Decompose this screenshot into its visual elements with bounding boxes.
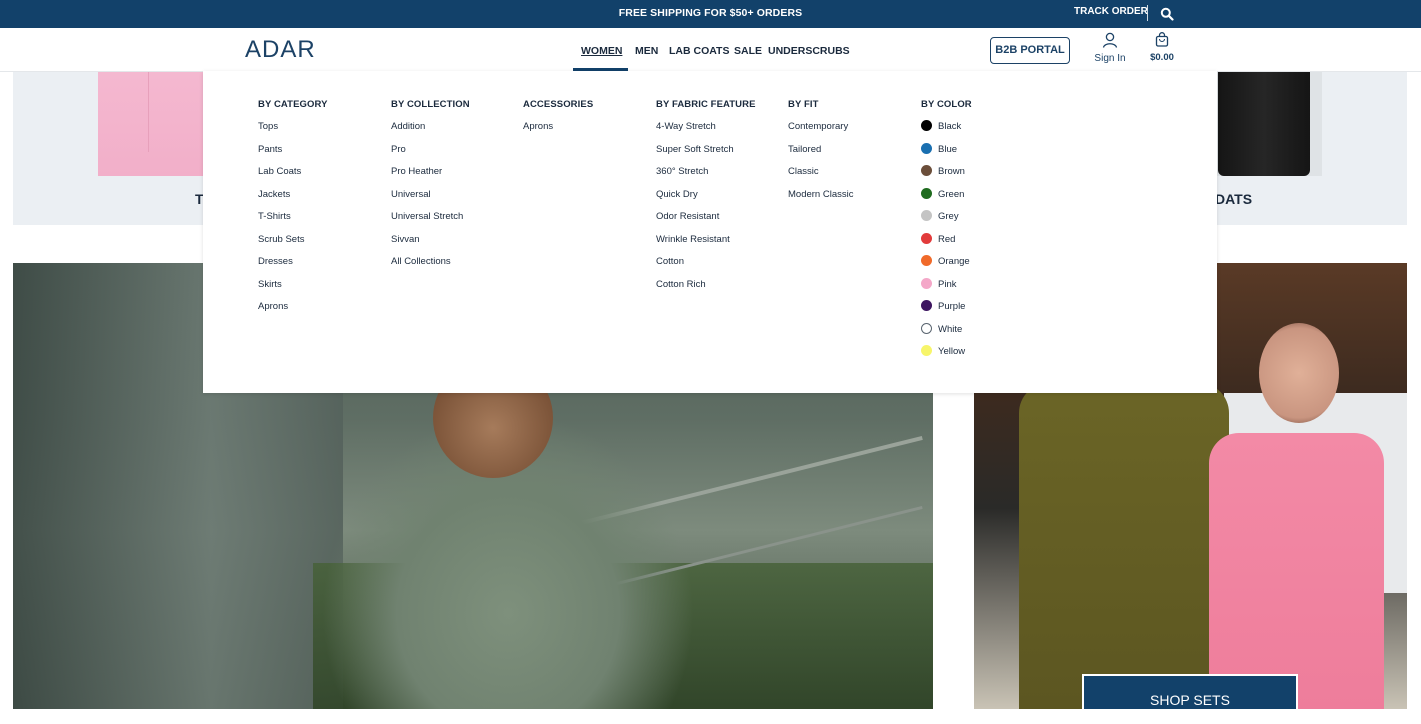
menu-item-universal-stretch[interactable]: Universal Stretch xyxy=(391,211,470,234)
color-label: White xyxy=(938,323,963,335)
menu-item-cotton[interactable]: Cotton xyxy=(656,256,756,279)
cart-button[interactable]: $0.00 xyxy=(1145,32,1179,63)
menu-column-by-collection: BY COLLECTION Addition Pro Pro Heather U… xyxy=(391,99,470,279)
menu-item-aprons[interactable]: Aprons xyxy=(523,121,593,144)
menu-item-wrinkle-resistant[interactable]: Wrinkle Resistant xyxy=(656,234,756,257)
color-swatch xyxy=(921,120,932,131)
color-filter-black[interactable]: Black xyxy=(921,120,972,144)
search-icon[interactable] xyxy=(1160,7,1174,21)
menu-column-by-category: BY CATEGORY Tops Pants Lab Coats Jackets… xyxy=(258,99,328,324)
nav-underscrubs[interactable]: UNDERSCRUBS xyxy=(768,45,850,57)
user-icon xyxy=(1102,32,1118,48)
color-swatch xyxy=(921,300,932,311)
menu-item-super-soft-stretch[interactable]: Super Soft Stretch xyxy=(656,144,756,167)
menu-item-modern-classic[interactable]: Modern Classic xyxy=(788,189,853,212)
menu-column-by-color: BY COLOR Black Blue Brown Green Grey Red Orang… xyxy=(921,99,972,369)
color-swatch xyxy=(921,165,932,176)
menu-item-pro-heather[interactable]: Pro Heather xyxy=(391,166,470,189)
menu-item-pants[interactable]: Pants xyxy=(258,144,328,167)
nav-men[interactable]: MEN xyxy=(635,45,658,57)
color-filter-grey[interactable]: Grey xyxy=(921,210,972,234)
column-heading: BY FIT xyxy=(788,99,819,110)
menu-item-contemporary[interactable]: Contemporary xyxy=(788,121,853,144)
color-filter-blue[interactable]: Blue xyxy=(921,142,972,167)
menu-item-addition[interactable]: Addition xyxy=(391,121,470,144)
menu-item-all-collections[interactable]: All Collections xyxy=(391,256,470,279)
free-shipping-text: FREE SHIPPING FOR $50+ ORDERS xyxy=(618,7,803,19)
color-label: Brown xyxy=(938,166,965,177)
color-label: Grey xyxy=(938,211,959,222)
cart-total: $0.00 xyxy=(1150,52,1174,63)
column-heading: ACCESSORIES xyxy=(523,99,594,110)
product-image-black-coat[interactable] xyxy=(1210,72,1322,176)
color-label: Green xyxy=(938,188,965,200)
color-label: Orange xyxy=(938,256,970,267)
color-filter-red[interactable]: Red xyxy=(921,232,972,257)
color-label: Black xyxy=(938,121,962,132)
color-swatch xyxy=(921,232,932,244)
menu-item-classic[interactable]: Classic xyxy=(788,166,853,189)
sign-in-button[interactable]: Sign In xyxy=(1090,32,1130,64)
color-list: Black Blue Brown Green Grey Red Orange Pink Purp… xyxy=(921,120,972,369)
color-label: Purple xyxy=(938,301,966,312)
color-swatch xyxy=(921,255,932,266)
nav-women[interactable]: WOMEN xyxy=(581,45,622,57)
announcement-bar: FREE SHIPPING FOR $50+ ORDERS TRACK ORDE… xyxy=(0,0,1421,28)
nav-lab-coats[interactable]: LAB COATS xyxy=(669,45,729,57)
column-heading: BY COLLECTION xyxy=(391,99,470,110)
color-swatch xyxy=(921,142,932,154)
logo[interactable]: ADAR xyxy=(245,36,316,64)
color-label: Blue xyxy=(938,143,958,155)
category-card-title-right[interactable]: DATS xyxy=(1215,191,1252,207)
color-filter-pink[interactable]: Pink xyxy=(921,277,972,302)
color-filter-yellow[interactable]: Yellow xyxy=(921,345,972,369)
column-heading: BY CATEGORY xyxy=(258,99,328,110)
menu-item-odor-resistant[interactable]: Odor Resistant xyxy=(656,211,756,234)
menu-item-t-shirts[interactable]: T-Shirts xyxy=(258,211,328,234)
color-filter-purple[interactable]: Purple xyxy=(921,300,972,324)
menu-column-by-fit: BY FIT Contemporary Tailored Classic Mod… xyxy=(788,99,853,211)
color-swatch xyxy=(921,345,932,356)
menu-item-sivvan[interactable]: Sivvan xyxy=(391,234,470,257)
shopping-bag-icon xyxy=(1155,32,1169,47)
menu-item-universal[interactable]: Universal xyxy=(391,189,470,212)
menu-item-tailored[interactable]: Tailored xyxy=(788,144,853,167)
site-header: ADAR WOMEN MEN LAB COATS SALE UNDERSCRUB… xyxy=(0,28,1421,72)
color-label: Red xyxy=(938,233,956,245)
menu-item-360-stretch[interactable]: 360° Stretch xyxy=(656,166,756,189)
color-label: Pink xyxy=(938,278,957,290)
women-mega-menu: BY CATEGORY Tops Pants Lab Coats Jackets… xyxy=(203,71,1217,393)
color-filter-green[interactable]: Green xyxy=(921,187,972,212)
menu-item-skirts[interactable]: Skirts xyxy=(258,279,328,302)
menu-item-scrub-sets[interactable]: Scrub Sets xyxy=(258,234,328,257)
menu-item-lab-coats[interactable]: Lab Coats xyxy=(258,166,328,189)
menu-item-dresses[interactable]: Dresses xyxy=(258,256,328,279)
color-swatch xyxy=(921,277,932,289)
color-swatch xyxy=(921,187,932,199)
shop-sets-button[interactable]: SHOP SETS xyxy=(1082,674,1298,709)
menu-item-pro[interactable]: Pro xyxy=(391,144,470,167)
menu-item-jackets[interactable]: Jackets xyxy=(258,189,328,212)
nav-sale[interactable]: SALE xyxy=(734,45,762,57)
menu-item-tops[interactable]: Tops xyxy=(258,121,328,144)
menu-item-quick-dry[interactable]: Quick Dry xyxy=(656,189,756,212)
menu-item-cotton-rich[interactable]: Cotton Rich xyxy=(656,279,756,302)
color-filter-white[interactable]: White xyxy=(921,322,972,347)
color-filter-orange[interactable]: Orange xyxy=(921,255,972,279)
color-swatch xyxy=(921,210,932,221)
color-swatch xyxy=(921,322,932,334)
b2b-portal-button[interactable]: B2B PORTAL xyxy=(990,37,1070,64)
column-heading: BY COLOR xyxy=(921,99,972,110)
track-order-link[interactable]: TRACK ORDER xyxy=(1074,6,1148,17)
menu-column-by-fabric-feature: BY FABRIC FEATURE 4-Way Stretch Super So… xyxy=(656,99,756,301)
color-filter-brown[interactable]: Brown xyxy=(921,165,972,189)
menu-item-aprons[interactable]: Aprons xyxy=(258,301,328,324)
product-image-pink[interactable] xyxy=(98,72,208,176)
column-heading: BY FABRIC FEATURE xyxy=(656,99,756,110)
menu-column-accessories: ACCESSORIES Aprons xyxy=(523,99,593,144)
sign-in-label: Sign In xyxy=(1094,53,1126,64)
color-label: Yellow xyxy=(938,346,966,357)
divider xyxy=(1147,5,1148,21)
menu-item-4-way-stretch[interactable]: 4-Way Stretch xyxy=(656,121,756,144)
